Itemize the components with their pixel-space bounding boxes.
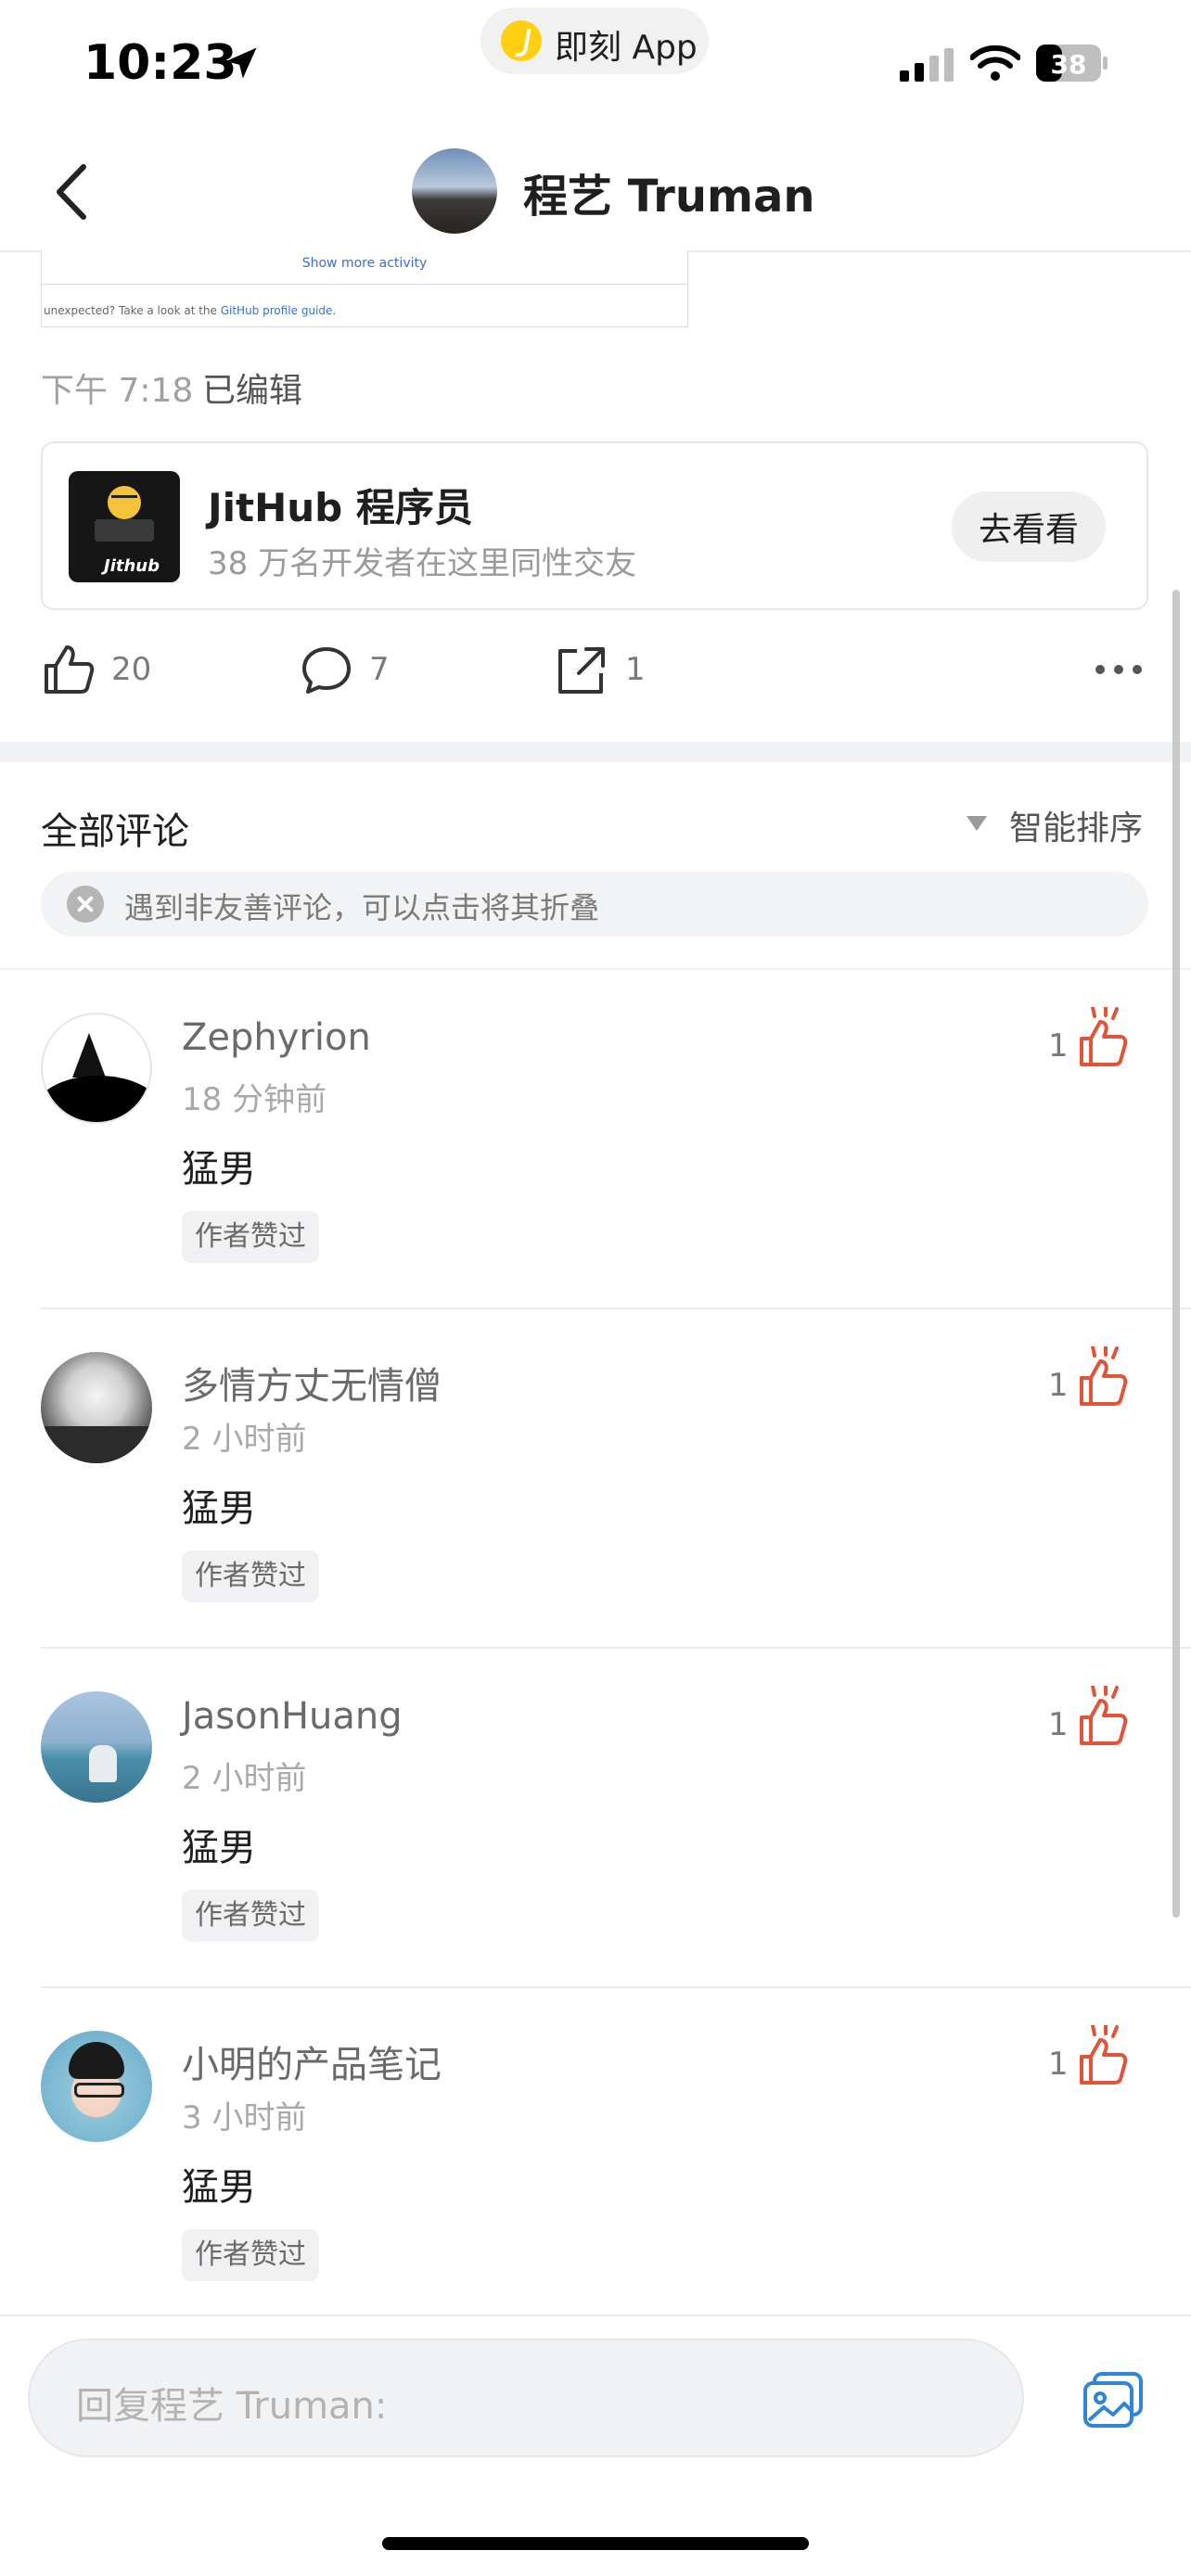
comment-like-count: 1 xyxy=(1048,1027,1069,1065)
section-separator xyxy=(0,742,1191,762)
back-button[interactable] xyxy=(46,159,102,224)
reply-bar-divider xyxy=(0,2315,1191,2316)
like-count: 20 xyxy=(111,651,152,688)
battery-icon: 38 xyxy=(1036,45,1108,82)
author-liked-badge: 作者赞过 xyxy=(182,1890,319,1942)
commenter-name[interactable]: Zephyrion xyxy=(182,1016,371,1059)
topic-subtitle: 38 万名开发者在这里同性交友 xyxy=(208,545,637,582)
edited-label: 已编辑 xyxy=(202,372,303,410)
liked-thumbs-up-icon[interactable] xyxy=(1076,1686,1133,1749)
view-topic-button[interactable]: 去看看 xyxy=(952,491,1106,562)
comment-time: 3 小时前 xyxy=(182,2099,307,2136)
home-indicator[interactable] xyxy=(382,2537,809,2550)
comment-item[interactable]: Zephyrion 18 分钟前 猛男 作者赞过 1 xyxy=(0,970,1191,1309)
commenter-avatar[interactable] xyxy=(41,1013,152,1124)
topic-thumbnail: Jithub xyxy=(69,471,180,582)
like-button[interactable]: 20 xyxy=(41,644,151,695)
wifi-icon xyxy=(970,45,1020,81)
comment-time: 2 小时前 xyxy=(182,1421,307,1458)
post-image[interactable]: Show more activity unexpected? Take a lo… xyxy=(41,250,688,327)
screenshot-footer: unexpected? Take a look at the GitHub pr… xyxy=(44,304,337,317)
comment-text: 猛男 xyxy=(182,2166,256,2209)
reply-placeholder: 回复程艺 Truman: xyxy=(76,2385,388,2428)
sort-toggle[interactable]: 智能排序 xyxy=(1009,801,1143,849)
liked-thumbs-up-icon[interactable] xyxy=(1076,2025,1133,2088)
comment-item[interactable]: 小明的产品笔记 3 小时前 猛男 作者赞过 1 xyxy=(0,1988,1191,2327)
liked-thumbs-up-icon[interactable] xyxy=(1076,1346,1133,1409)
close-tip-icon[interactable] xyxy=(67,886,104,923)
cellular-signal-icon xyxy=(900,48,954,82)
scrollbar[interactable] xyxy=(1172,590,1180,1918)
commenter-avatar[interactable] xyxy=(41,1691,152,1803)
commenter-name[interactable]: 小明的产品笔记 xyxy=(182,2034,442,2088)
topic-thumbnail-logo: Jithub xyxy=(104,556,160,576)
share-count: 1 xyxy=(625,651,646,688)
comment-button[interactable]: 7 xyxy=(299,644,390,695)
jike-logo-icon xyxy=(501,20,542,61)
share-button[interactable]: 1 xyxy=(555,644,646,695)
comment-text: 猛男 xyxy=(182,1148,256,1191)
status-time: 10:23 xyxy=(83,35,237,91)
unfriendly-comment-tip[interactable]: 遇到非友善评论，可以点击将其折叠 xyxy=(41,872,1148,937)
page-title[interactable]: 程艺 Truman xyxy=(523,159,815,224)
comment-like-count: 1 xyxy=(1048,1706,1069,1743)
comment-time: 18 分钟前 xyxy=(182,1081,327,1118)
topic-title: JitHub 程序员 xyxy=(208,485,473,530)
thumbs-up-icon xyxy=(45,645,95,694)
location-arrow-icon xyxy=(225,47,257,79)
share-icon xyxy=(558,647,605,694)
author-liked-badge: 作者赞过 xyxy=(182,2229,319,2281)
image-picker-icon[interactable] xyxy=(1082,2370,1145,2429)
author-avatar[interactable] xyxy=(412,148,497,234)
comment-time: 2 小时前 xyxy=(182,1760,307,1797)
comment-like-count: 1 xyxy=(1048,1367,1069,1404)
tip-text: 遇到非友善评论，可以点击将其折叠 xyxy=(124,890,600,925)
liked-thumbs-up-icon[interactable] xyxy=(1076,1007,1133,1070)
comments-section-title: 全部评论 xyxy=(41,810,189,853)
commenter-name[interactable]: JasonHuang xyxy=(182,1695,403,1738)
comment-like-count: 1 xyxy=(1048,2046,1069,2083)
comment-text: 猛男 xyxy=(182,1487,256,1530)
commenter-avatar[interactable] xyxy=(41,1352,152,1463)
topic-link-card[interactable]: Jithub JitHub 程序员 38 万名开发者在这里同性交友 去看看 xyxy=(41,441,1148,610)
commenter-name[interactable]: 多情方丈无情僧 xyxy=(182,1356,442,1409)
comment-text: 猛男 xyxy=(182,1827,256,1869)
author-liked-badge: 作者赞过 xyxy=(182,1550,319,1602)
back-to-app-pill[interactable]: 即刻 App xyxy=(480,7,709,74)
app-pill-label: 即刻 App xyxy=(555,29,698,67)
more-options-icon[interactable] xyxy=(1093,657,1145,682)
reply-input[interactable]: 回复程艺 Truman: xyxy=(28,2339,1024,2457)
author-liked-badge: 作者赞过 xyxy=(182,1211,319,1263)
comment-count: 7 xyxy=(369,651,390,688)
show-more-text: Show more activity xyxy=(301,256,428,271)
comment-item[interactable]: 多情方丈无情僧 2 小时前 猛男 作者赞过 1 xyxy=(0,1309,1191,1649)
comment-icon xyxy=(302,647,351,694)
commenter-avatar[interactable] xyxy=(41,2031,152,2142)
post-time: 下午 7:18 xyxy=(41,372,194,410)
comment-item[interactable]: JasonHuang 2 小时前 猛男 作者赞过 1 xyxy=(0,1649,1191,1988)
battery-level: 38 xyxy=(1051,49,1087,80)
sort-dropdown-icon[interactable] xyxy=(967,816,987,833)
